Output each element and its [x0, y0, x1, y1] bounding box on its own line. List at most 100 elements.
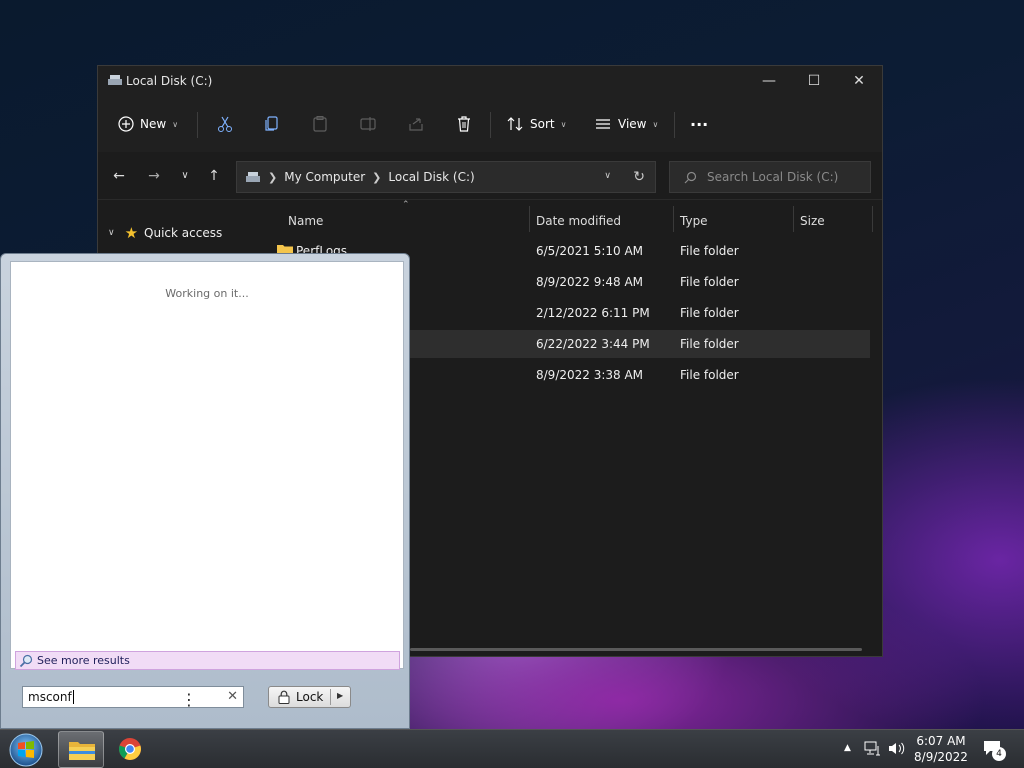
column-divider[interactable] — [793, 206, 794, 232]
see-more-label: See more results — [37, 654, 130, 667]
file-type: File folder — [680, 337, 739, 351]
title-bar[interactable]: Local Disk (C:) — ☐ ✕ — [98, 66, 882, 96]
power-options-arrow-icon[interactable]: ▶ — [337, 691, 343, 700]
file-date: 6/22/2022 3:44 PM — [536, 337, 650, 351]
breadcrumb-separator-icon: ❯ — [268, 170, 278, 184]
file-type: File folder — [680, 368, 739, 382]
column-divider[interactable] — [529, 206, 530, 232]
star-icon: ★ — [124, 224, 139, 242]
toolbar-divider — [490, 112, 491, 138]
scissors-icon — [218, 116, 232, 132]
column-header-type[interactable]: Type — [680, 210, 708, 232]
computer-icon — [246, 172, 260, 182]
text-cursor-icon: ⋮ — [181, 690, 197, 709]
new-button[interactable]: New ∨ — [118, 110, 178, 138]
lock-label: Lock — [296, 690, 324, 704]
chevron-down-icon: ∨ — [172, 119, 179, 129]
breadcrumb-my-computer[interactable]: My Computer — [284, 170, 365, 184]
column-divider[interactable] — [872, 206, 873, 232]
taskbar: ▲ 6:07 AM 8/9/2022 4 — [0, 729, 1024, 768]
view-label: View — [618, 117, 647, 131]
copy-button[interactable] — [263, 110, 281, 138]
breadcrumb-separator-icon: ❯ — [372, 170, 382, 184]
chevron-down-icon: ∨ — [560, 119, 567, 129]
file-type: File folder — [680, 306, 739, 320]
address-dropdown-icon[interactable]: ∨ — [604, 171, 611, 181]
clipboard-icon — [313, 116, 327, 132]
start-orb-icon[interactable] — [8, 732, 44, 768]
start-search-input[interactable]: msconf ✕ — [22, 686, 244, 708]
chrome-icon — [119, 738, 141, 760]
view-button[interactable]: View ∨ — [594, 110, 658, 138]
file-type: File folder — [680, 275, 739, 289]
column-header-size[interactable]: Size — [800, 210, 825, 232]
start-menu: Working on it... See more results msconf… — [0, 253, 410, 729]
quick-access-label: Quick access — [144, 226, 223, 240]
cut-button[interactable] — [216, 110, 234, 138]
file-date: 8/9/2022 9:48 AM — [536, 275, 644, 289]
lock-icon — [278, 690, 290, 704]
sort-button[interactable]: Sort ∨ — [506, 110, 566, 138]
text-caret — [72, 690, 74, 704]
minimize-button[interactable]: — — [746, 66, 792, 96]
rename-button[interactable] — [359, 110, 377, 138]
trash-icon — [458, 116, 470, 132]
horizontal-scrollbar[interactable] — [410, 648, 862, 651]
delete-button[interactable] — [455, 110, 473, 138]
column-divider[interactable] — [673, 206, 674, 232]
column-header-date-modified[interactable]: Date modified — [536, 210, 621, 232]
system-clock[interactable]: 6:07 AM 8/9/2022 — [910, 733, 972, 765]
taskbar-file-explorer[interactable] — [58, 731, 104, 768]
refresh-icon[interactable]: ↻ — [633, 169, 645, 185]
sort-icon — [507, 117, 523, 131]
clock-date: 8/9/2022 — [914, 750, 968, 764]
taskbar-chrome[interactable] — [106, 731, 152, 768]
clock-time: 6:07 AM — [916, 734, 966, 748]
address-bar[interactable]: ❯ My Computer ❯ Local Disk (C:) ∨ ↻ — [236, 161, 656, 193]
file-date: 8/9/2022 3:38 AM — [536, 368, 644, 382]
notification-count-badge: 4 — [992, 747, 1006, 761]
show-hidden-icons-icon[interactable]: ▲ — [844, 743, 851, 753]
recent-locations-chevron-icon[interactable]: ∨ — [175, 166, 195, 186]
magnifier-icon — [19, 654, 33, 667]
forward-arrow-icon[interactable]: → — [144, 166, 164, 186]
new-label: New — [140, 117, 167, 131]
back-arrow-icon[interactable]: ← — [109, 166, 129, 186]
search-status-text: Working on it... — [165, 287, 249, 300]
list-view-icon — [596, 119, 610, 129]
close-button[interactable]: ✕ — [836, 66, 882, 96]
file-type: File folder — [680, 244, 739, 258]
action-center-button[interactable]: 4 — [983, 740, 1006, 761]
drive-icon — [108, 75, 122, 85]
lock-button[interactable]: Lock ▶ — [268, 686, 351, 708]
window-title: Local Disk (C:) — [126, 74, 213, 88]
sort-ascending-icon: ⌃ — [402, 200, 410, 210]
rename-icon — [360, 117, 376, 131]
file-date: 6/5/2021 5:10 AM — [536, 244, 644, 258]
share-button[interactable] — [407, 110, 425, 138]
file-date: 2/12/2022 6:11 PM — [536, 306, 650, 320]
see-more-results-link[interactable]: See more results — [15, 651, 400, 670]
maximize-button[interactable]: ☐ — [791, 66, 837, 96]
sort-label: Sort — [530, 117, 555, 131]
chevron-down-icon: ∨ — [652, 119, 659, 129]
paste-button[interactable] — [311, 110, 329, 138]
clear-search-icon[interactable]: ✕ — [227, 689, 238, 704]
up-arrow-icon[interactable]: ↑ — [204, 166, 224, 186]
search-placeholder: Search Local Disk (C:) — [707, 170, 839, 184]
search-results-pane: Working on it... See more results — [10, 261, 404, 670]
command-bar: New ∨ Sort ∨ View ∨ ... — [98, 96, 882, 152]
plus-circle-icon — [118, 116, 134, 132]
volume-icon[interactable] — [888, 741, 906, 756]
expand-chevron-icon[interactable]: ∨ — [108, 228, 115, 238]
network-icon[interactable] — [864, 741, 881, 756]
column-header-name[interactable]: Name — [288, 210, 323, 232]
more-options-button[interactable]: ... — [690, 106, 708, 134]
breadcrumb-local-disk[interactable]: Local Disk (C:) — [388, 170, 474, 184]
navigation-bar: ← → ∨ ↑ ❯ My Computer ❯ Local Disk (C:) … — [98, 152, 882, 200]
toolbar-divider — [197, 112, 198, 138]
search-box[interactable]: Search Local Disk (C:) — [669, 161, 871, 193]
copy-icon — [265, 116, 278, 131]
quick-access-item[interactable]: ∨ ★ Quick access — [108, 224, 222, 242]
share-icon — [409, 118, 423, 131]
